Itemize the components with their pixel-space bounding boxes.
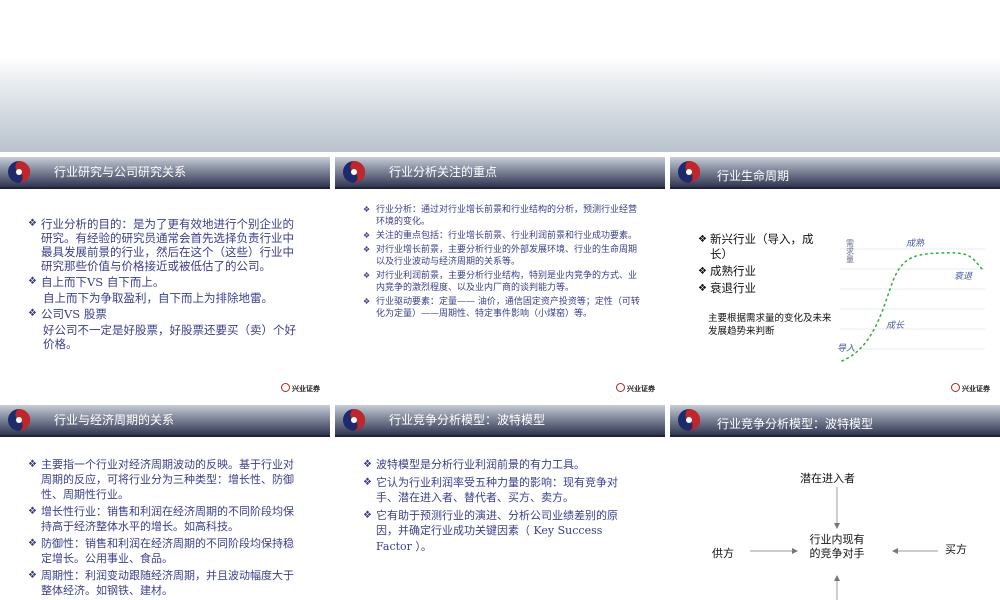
list-item: ❖ 防御性：销售和利润在经济周期的不同阶段均保持稳定增长。公用事业、食品。 bbox=[28, 537, 294, 565]
list-item: ❖ 主要指一个行业对经济周期波动的反映。基于行业对周期的反应，可将行业分为三种类型… bbox=[28, 458, 294, 501]
slide-thumbnail-4[interactable]: 行业与经济周期的关系 ❖ 主要指一个行业对经济周期波动的反映。基于行业对周期的反应… bbox=[0, 405, 330, 600]
slide-thumbnail-6[interactable]: 行业竞争分析模型：波特模型 潜在进入者 行业内现有的竞争对手 供方 买方 bbox=[670, 405, 1000, 600]
list-item: ❖ 成熟行业 bbox=[698, 264, 756, 278]
slide-thumbnail-2[interactable]: 行业分析关注的重点 ❖ 行业分析：通过对行业增长前景和行业结构的分析，预测行业经营… bbox=[335, 157, 665, 400]
porter-arrows bbox=[750, 487, 938, 600]
chart-label-decline: 衰退 bbox=[954, 271, 973, 282]
list-item: ❖ 行业分析的目的：是为了更有效地进行个别企业的研究。有经验的研究员通常会首先选择… bbox=[28, 217, 294, 273]
list-item: ❖ 它认为行业利润率受五种力量的影响：现有竞争对手、潜在进入者、替代者、买方、卖方… bbox=[363, 475, 618, 505]
list-item: ❖ 新兴行业（导入，成长） bbox=[698, 232, 814, 261]
company-logo-icon bbox=[8, 161, 30, 183]
company-logo-icon bbox=[343, 409, 365, 431]
slide-thumbnail-5[interactable]: 行业竞争分析模型：波特模型 ❖ 波特模型是分析行业利润前景的有力工具。 ❖ 它认为行… bbox=[335, 405, 665, 600]
chart-label-intro: 导入 bbox=[837, 343, 855, 354]
chart-label-mature: 成熟 bbox=[906, 238, 925, 249]
slide-header: 行业生命周期 bbox=[670, 157, 1000, 189]
list-item: ❖ 它有助于预测行业的演进、分析公司业绩差别的原因，并确定行业成功关键因素（ Ke… bbox=[363, 508, 618, 553]
top-banner bbox=[0, 0, 1000, 152]
chart-label-growth: 成长 bbox=[886, 320, 905, 331]
lifecycle-note: 主要根据需求量的变化及未来发展趋势来判断 bbox=[708, 313, 832, 337]
slide-title: 行业与经济周期的关系 bbox=[54, 413, 175, 427]
slide-body: ❖ 波特模型是分析行业利润前景的有力工具。 ❖ 它认为行业利润率受五种力量的影响：现… bbox=[363, 457, 638, 556]
company-logo-icon bbox=[678, 409, 700, 431]
list-item: ❖ 关注的重点包括：行业增长前景、行业利润前景和行业成功要素。 bbox=[363, 231, 638, 241]
slide-header: 行业竞争分析模型：波特模型 bbox=[335, 405, 665, 437]
slide-title: 行业研究与公司研究关系 bbox=[54, 165, 187, 179]
list-item: ❖ 对行业增长前景，主要分析行业的外部发展环境、行业的生命周期以及行业波动与经济周… bbox=[363, 245, 638, 267]
lifecycle-list: ❖ 新兴行业（导入，成长） ❖ 成熟行业 ❖ 衰退行业 bbox=[698, 232, 818, 298]
slide-header: 行业竞争分析模型：波特模型 bbox=[670, 405, 1000, 437]
slide-header: 行业与经济周期的关系 bbox=[0, 405, 330, 437]
list-subitem: 自上而下为争取盈利，自下而上为排除地雷。 bbox=[43, 291, 273, 305]
porter-diagram: 潜在进入者 行业内现有的竞争对手 供方 买方 bbox=[670, 435, 1000, 600]
slide-body: ❖ 主要指一个行业对经济周期波动的反映。基于行业对周期的反应，可将行业分为三种类型… bbox=[28, 457, 300, 600]
brand-logo-icon bbox=[951, 383, 960, 392]
list-item: ❖ 周期性：利润变动跟随经济周期，并且波动幅度大于整体经济。如钢铁、建材。 bbox=[28, 569, 294, 597]
company-logo-icon bbox=[678, 161, 700, 183]
slide-title: 行业生命周期 bbox=[717, 169, 790, 183]
list-item: ❖ 增长性行业：销售和利润在经济周期的不同阶段均保持高于经济整体水平的增长。如高科… bbox=[28, 505, 294, 533]
list-item: ❖ 波特模型是分析行业利润前景的有力工具。 bbox=[363, 458, 585, 471]
list-item: ❖ 行业分析：通过对行业增长前景和行业结构的分析，预测行业经营环境的变化。 bbox=[363, 205, 638, 227]
slide-header: 行业研究与公司研究关系 bbox=[0, 157, 330, 189]
list-item: ❖ 自上而下VS 自下而上。 bbox=[28, 275, 165, 289]
brand-footer: 兴业证券 bbox=[616, 383, 655, 394]
slide-title: 行业竞争分析模型：波特模型 bbox=[389, 413, 546, 427]
list-item: ❖ 公司VS 股票 bbox=[28, 307, 107, 321]
list-subitem: 好公司不一定是好股票，好股票还要买（卖）个好价格。 bbox=[43, 323, 296, 351]
slide-title: 行业分析关注的重点 bbox=[389, 165, 498, 179]
company-logo-icon bbox=[343, 161, 365, 183]
slide-body: ❖ 行业分析的目的：是为了更有效地进行个别企业的研究。有经验的研究员通常会首先选择… bbox=[28, 217, 300, 353]
company-logo-icon bbox=[8, 409, 30, 431]
slide-header: 行业分析关注的重点 bbox=[335, 157, 665, 189]
lifecycle-chart: 需求量 成熟 衰退 成长 导入 bbox=[837, 238, 985, 362]
slide-title: 行业竞争分析模型：波特模型 bbox=[717, 417, 874, 431]
slide-body: ❖ 行业分析：通过对行业增长前景和行业结构的分析，预测行业经营环境的变化。 ❖ 关注… bbox=[363, 204, 643, 322]
list-item: ❖ 行业驱动要素：定量—— 油价，通信固定资产投资等；定性（可转化为定量）——周期… bbox=[363, 297, 640, 319]
brand-logo-icon bbox=[281, 383, 290, 392]
brand-logo-icon bbox=[616, 383, 625, 392]
brand-footer: 兴业证券 bbox=[951, 383, 990, 394]
slide-thumbnail-1[interactable]: 行业研究与公司研究关系 ❖ 行业分析的目的：是为了更有效地进行个别企业的研究。有经… bbox=[0, 157, 330, 400]
list-item: ❖ 对行业利润前景，主要分析行业结构，特别是业内竞争的方式、业内竞争的激烈程度、以… bbox=[363, 271, 638, 293]
chart-gridlines bbox=[840, 248, 985, 350]
chart-ylabel: 需求量 bbox=[846, 239, 855, 263]
list-item: ❖ 衰退行业 bbox=[698, 281, 756, 295]
slide-thumbnail-3[interactable]: 行业生命周期 ❖ 新兴行业（导入，成长） ❖ 成熟行业 ❖ 衰退行业 主要根据需求量的… bbox=[670, 157, 1000, 400]
brand-footer: 兴业证券 bbox=[281, 383, 320, 394]
